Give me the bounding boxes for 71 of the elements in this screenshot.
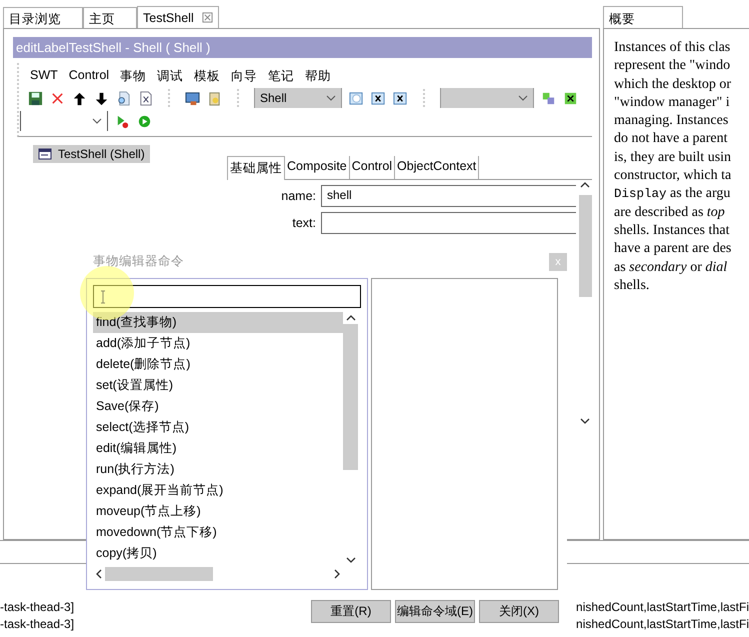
scroll-down-icon[interactable] bbox=[580, 418, 590, 424]
window-icon bbox=[38, 148, 52, 160]
dialog-title: 事物编辑器命令 bbox=[93, 253, 184, 270]
command-item[interactable]: delete(删除节点) bbox=[93, 354, 343, 375]
command-item[interactable]: moveup(节点上移) bbox=[93, 501, 343, 522]
editor-tab[interactable]: 主页 bbox=[83, 7, 137, 28]
log-text: -task-thead-3] bbox=[0, 600, 74, 614]
clipboard-icon[interactable] bbox=[207, 90, 222, 106]
play-icon[interactable] bbox=[137, 114, 152, 128]
delete-icon[interactable] bbox=[50, 90, 65, 106]
arrow-down-icon[interactable] bbox=[94, 90, 109, 106]
command-item[interactable]: movedown(节点下移) bbox=[93, 522, 343, 543]
caret-icon bbox=[326, 95, 336, 101]
input-field[interactable]: shell bbox=[321, 185, 576, 207]
command-item[interactable]: expand(展开当前节点) bbox=[93, 480, 343, 501]
text-cursor-icon bbox=[100, 290, 106, 304]
editor-title-bar: editLabelTestShell - Shell ( Shell ) bbox=[13, 37, 592, 58]
outline-tab[interactable]: 概要 bbox=[603, 6, 683, 28]
scroll-right-icon[interactable] bbox=[334, 569, 340, 579]
scroll-up-icon[interactable] bbox=[346, 315, 356, 321]
tree-item[interactable]: TestShell (Shell) bbox=[33, 145, 150, 163]
menu-item[interactable]: 模板 bbox=[194, 68, 220, 85]
caret-icon bbox=[92, 118, 102, 124]
field-label: name: bbox=[280, 189, 316, 203]
combo-box[interactable] bbox=[20, 111, 108, 131]
dialog-button[interactable]: 编辑命令域(E) bbox=[395, 600, 475, 623]
run-stop-icon[interactable] bbox=[115, 114, 130, 128]
command-item[interactable]: edit(编辑属性) bbox=[93, 438, 343, 459]
command-item[interactable]: find(查找事物) bbox=[93, 312, 343, 333]
scroll-up-icon[interactable] bbox=[580, 182, 590, 188]
menu-item[interactable]: SWT bbox=[30, 68, 58, 85]
dialog-button[interactable]: 关闭(X) bbox=[479, 600, 559, 623]
scroll-down-icon[interactable] bbox=[346, 557, 356, 563]
window-x-icon[interactable] bbox=[371, 90, 386, 106]
close-icon[interactable] bbox=[202, 12, 213, 23]
document-x-icon[interactable] bbox=[138, 90, 153, 106]
menu-item[interactable]: 笔记 bbox=[268, 68, 294, 85]
property-tab[interactable]: 基础属性 bbox=[227, 156, 285, 180]
field-label: text: bbox=[291, 216, 316, 230]
command-item[interactable]: add(添加子节点) bbox=[93, 333, 343, 354]
document-search-icon[interactable] bbox=[116, 90, 131, 106]
caret-icon bbox=[518, 95, 528, 101]
log-text: -task-thead-3] bbox=[0, 617, 74, 631]
type-combo[interactable]: Shell bbox=[254, 88, 342, 108]
command-item[interactable]: run(执行方法) bbox=[93, 459, 343, 480]
property-tab[interactable]: Composite bbox=[285, 156, 350, 179]
menu-item[interactable]: 调试 bbox=[157, 68, 184, 85]
dialog-button[interactable]: 重置(R) bbox=[311, 600, 391, 623]
network-x-icon[interactable] bbox=[563, 90, 578, 106]
window-x-icon[interactable] bbox=[393, 90, 408, 106]
menu-item[interactable]: 事物 bbox=[120, 68, 146, 85]
command-item[interactable]: Save(保存) bbox=[93, 396, 343, 417]
property-tab[interactable]: ObjectContext bbox=[395, 156, 480, 179]
command-item[interactable]: set(设置属性) bbox=[93, 375, 343, 396]
property-tab[interactable]: Control bbox=[350, 156, 396, 179]
scroll-left-icon[interactable] bbox=[96, 569, 102, 579]
save-icon[interactable] bbox=[28, 90, 43, 106]
menu-item[interactable]: Control bbox=[68, 68, 110, 85]
editor-tab[interactable]: TestShell bbox=[137, 6, 219, 28]
monitor-icon[interactable] bbox=[185, 90, 200, 106]
input-field[interactable] bbox=[321, 212, 576, 234]
menu-item[interactable]: 向导 bbox=[231, 68, 258, 85]
command-item[interactable]: select(选择节点) bbox=[93, 417, 343, 438]
input-field[interactable] bbox=[93, 285, 361, 308]
log-text: nishedCount,lastStartTime,lastFi bbox=[576, 617, 749, 631]
log-text: nishedCount,lastStartTime,lastFi bbox=[576, 600, 749, 614]
command-item[interactable]: copy(拷贝) bbox=[93, 543, 343, 564]
menu-item[interactable]: 帮助 bbox=[305, 68, 332, 85]
class-description: Instances of this clas represent the "windo which the desktop or "window manager" i managing. Instances do not have a parent is, they are built usin constructor, which ta Display as the argu are described as top shells. Instances that have a parent are des as secondary or dial shells. bbox=[614, 39, 732, 295]
editor-tab[interactable]: 目录浏览 bbox=[3, 7, 83, 28]
arrow-up-icon[interactable] bbox=[72, 90, 87, 106]
